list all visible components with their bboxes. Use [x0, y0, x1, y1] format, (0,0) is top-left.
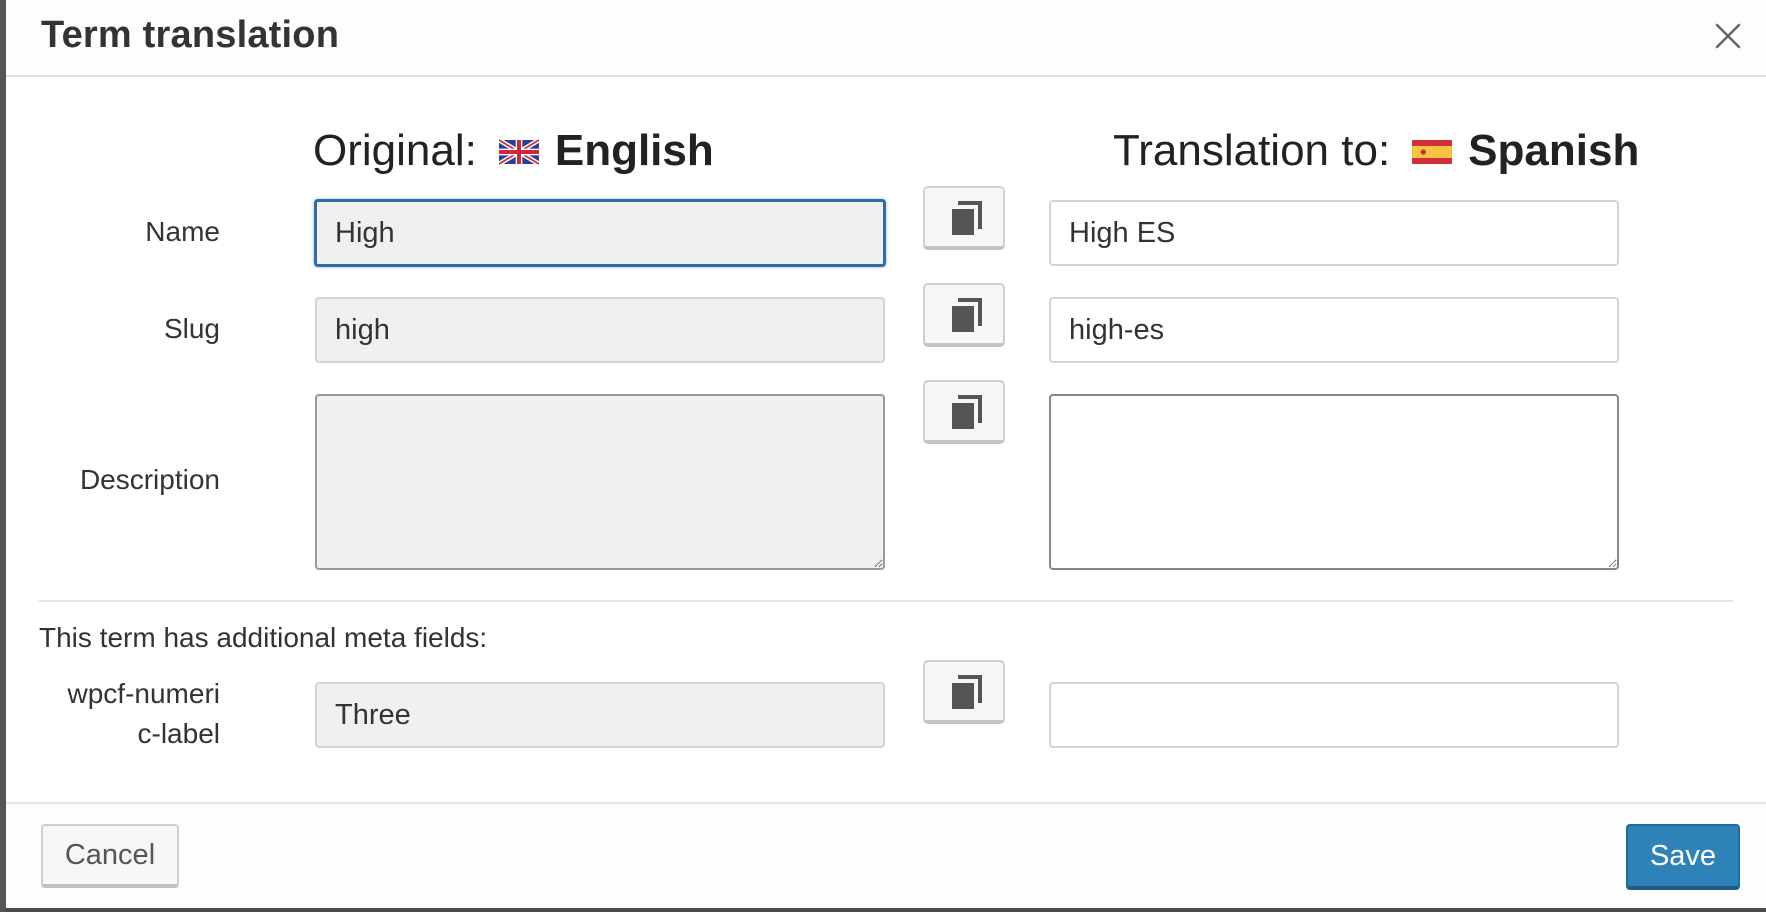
translation-language-heading: Translation to: Spanish — [1113, 124, 1639, 178]
copy-name-button[interactable] — [923, 186, 1005, 250]
dialog-header: Term translation — [6, 0, 1766, 77]
translation-language: Spanish — [1468, 126, 1640, 175]
original-language-heading: Original: English — [313, 124, 714, 178]
save-button[interactable]: Save — [1626, 824, 1740, 890]
name-label: Name — [145, 216, 220, 247]
original-slug-input[interactable] — [315, 297, 885, 363]
copy-icon — [952, 675, 982, 709]
copy-slug-button[interactable] — [923, 283, 1005, 347]
translated-meta-field-input[interactable] — [1049, 682, 1619, 748]
close-icon — [1715, 23, 1741, 49]
meta-fields-note: This term has additional meta fields: — [39, 622, 488, 653]
cancel-button[interactable]: Cancel — [41, 824, 179, 888]
close-button[interactable] — [1712, 20, 1744, 52]
translation-prefix: Translation to: — [1113, 126, 1391, 175]
meta-field-label-line2: c-label — [137, 718, 220, 749]
dialog-footer: Cancel Save — [6, 802, 1766, 908]
original-language: English — [554, 126, 714, 175]
dialog-title: Term translation — [41, 14, 340, 56]
description-label: Description — [79, 464, 220, 495]
copy-icon — [952, 201, 982, 235]
copy-icon — [952, 395, 982, 429]
original-name-input[interactable] — [314, 199, 886, 267]
copy-description-button[interactable] — [923, 380, 1005, 444]
translated-name-input[interactable] — [1049, 200, 1619, 266]
original-prefix: Original: — [313, 126, 477, 175]
meta-field-label-line1: wpcf-numeri — [67, 678, 220, 709]
copy-icon — [952, 298, 982, 332]
copy-meta-field-button[interactable] — [923, 660, 1005, 724]
section-divider — [39, 600, 1733, 602]
uk-flag-icon — [497, 126, 541, 176]
translated-slug-input[interactable] — [1049, 297, 1619, 363]
slug-label: Slug — [163, 313, 220, 344]
spain-flag-icon — [1412, 126, 1453, 176]
original-meta-field-input[interactable] — [315, 682, 885, 748]
original-description-textarea[interactable] — [315, 394, 885, 570]
term-translation-dialog: Term translation Original: English Trans… — [6, 0, 1766, 908]
translated-description-textarea[interactable] — [1049, 394, 1619, 570]
